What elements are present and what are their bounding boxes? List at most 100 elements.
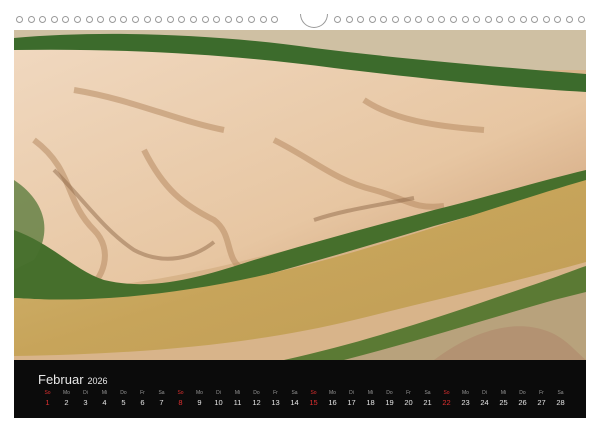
month-name: Februar: [38, 372, 84, 387]
day-number: 25: [499, 398, 508, 407]
weekday-label: Di: [482, 390, 487, 396]
year-label: 2026: [87, 376, 108, 386]
binding-hole: [357, 16, 365, 23]
day-cell: So 22: [437, 390, 456, 408]
binding-hole: [426, 16, 434, 23]
weekday-label: Sa: [158, 390, 165, 396]
binding-hole: [143, 16, 151, 23]
binding-hole: [74, 16, 81, 23]
binding-hole: [368, 16, 376, 23]
binding-hole: [334, 16, 341, 23]
day-cell: So 1: [38, 390, 57, 408]
binding-hole: [248, 16, 255, 23]
day-cell: Di 10: [209, 390, 228, 408]
day-cell: Do 19: [380, 390, 399, 408]
day-number: 6: [140, 398, 145, 407]
day-number: 23: [461, 398, 470, 407]
day-cell: Sa 7: [152, 390, 171, 408]
binding-hole: [50, 16, 58, 23]
day-cell: Do 26: [513, 390, 532, 408]
binding-hole: [224, 16, 232, 23]
calendar-strip: Februar 2026 So 1 Mo 2 Di 3 Mi 4 Do 5 Fr 6 Sa 7 So 8 Mo 9 D…: [14, 360, 586, 418]
binding-hole: [392, 16, 399, 23]
weekday-label: Mi: [367, 390, 374, 396]
day-cell: So 8: [171, 390, 190, 408]
binding-hole: [236, 16, 244, 23]
day-cell: Mo 9: [190, 390, 209, 408]
day-cell: Mo 2: [57, 390, 76, 408]
day-cell: Sa 21: [418, 390, 437, 408]
day-number: 12: [252, 398, 261, 407]
weekday-label: Di: [83, 390, 88, 396]
day-cell: Fr 20: [399, 390, 418, 408]
binding-hole: [62, 16, 70, 23]
calendar-photo: [14, 30, 586, 360]
day-number: 15: [309, 398, 318, 407]
binding-hole: [438, 16, 446, 23]
weekday-label: Mo: [329, 390, 336, 396]
weekday-label: Fr: [539, 390, 544, 396]
weekday-label: Mo: [63, 390, 70, 396]
weekday-label: Mo: [462, 390, 469, 396]
weekday-label: Fr: [273, 390, 278, 396]
day-cell: Mi 25: [494, 390, 513, 408]
binding-hole: [554, 16, 562, 23]
day-cell: Mi 18: [361, 390, 380, 408]
day-cell: Fr 13: [266, 390, 285, 408]
day-number: 8: [178, 398, 183, 407]
day-number: 16: [328, 398, 337, 407]
binding-hole: [531, 16, 539, 23]
binding-hole: [380, 16, 388, 23]
binding-hole: [213, 16, 221, 23]
day-cell: Do 5: [114, 390, 133, 408]
weekday-label: Fr: [140, 390, 145, 396]
weekday-label: Do: [519, 390, 526, 396]
day-number: 1: [45, 398, 50, 407]
day-cell: Di 17: [342, 390, 361, 408]
weekday-label: Do: [386, 390, 393, 396]
weekday-label: Do: [253, 390, 260, 396]
month-title: Februar 2026: [38, 372, 108, 387]
day-cell: Di 24: [475, 390, 494, 408]
day-cell: Sa 28: [551, 390, 570, 408]
day-number: 24: [480, 398, 489, 407]
day-number: 18: [366, 398, 375, 407]
weekday-label: Do: [120, 390, 127, 396]
day-number: 14: [290, 398, 299, 407]
binding-hole: [415, 16, 423, 23]
day-number: 28: [556, 398, 565, 407]
day-number: 21: [423, 398, 432, 407]
binding-hole: [345, 16, 353, 23]
day-cell: Mi 4: [95, 390, 114, 408]
day-number: 13: [271, 398, 280, 407]
binding-hole: [97, 16, 105, 23]
day-number: 27: [537, 398, 546, 407]
binding-hole: [190, 16, 197, 23]
day-number: 26: [518, 398, 527, 407]
binding-hole: [484, 16, 492, 23]
binding-hole: [461, 16, 469, 23]
weekday-label: Di: [216, 390, 221, 396]
weekday-label: So: [177, 390, 184, 396]
weekday-label: Fr: [406, 390, 411, 396]
binding-hole: [16, 16, 23, 23]
binding-hole: [166, 16, 174, 23]
day-number: 5: [121, 398, 126, 407]
binding-hole: [120, 16, 128, 23]
binding-hole: [108, 16, 116, 23]
weekday-label: Mo: [196, 390, 203, 396]
day-number: 3: [83, 398, 88, 407]
day-number: 22: [442, 398, 451, 407]
day-number: 2: [64, 398, 69, 407]
weekday-label: Sa: [424, 390, 431, 396]
binding-hole: [155, 16, 163, 23]
day-number: 11: [233, 398, 242, 407]
hanger-notch: [300, 14, 328, 28]
day-cell: Do 12: [247, 390, 266, 408]
binding-hole: [450, 16, 457, 23]
day-cell: Di 3: [76, 390, 95, 408]
weekday-label: So: [443, 390, 450, 396]
day-cell: Mo 16: [323, 390, 342, 408]
weekday-label: Mi: [101, 390, 108, 396]
day-number: 7: [159, 398, 164, 407]
